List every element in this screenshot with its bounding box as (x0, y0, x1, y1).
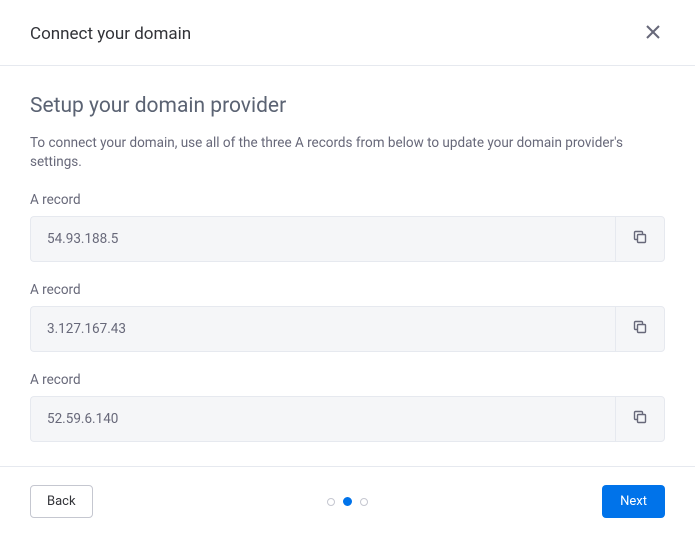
input-row (30, 306, 665, 352)
close-icon (645, 24, 661, 43)
a-record-group-1: A record (30, 192, 665, 262)
next-button[interactable]: Next (602, 485, 665, 518)
copy-icon (632, 229, 648, 248)
dialog-header: Connect your domain (0, 0, 695, 66)
copy-button-3[interactable] (615, 396, 665, 442)
main-heading: Setup your domain provider (30, 94, 665, 118)
a-record-group-2: A record (30, 282, 665, 352)
copy-button-2[interactable] (615, 306, 665, 352)
a-record-label: A record (30, 372, 665, 388)
step-dot-2[interactable] (343, 497, 352, 506)
close-button[interactable] (641, 20, 665, 47)
copy-icon (632, 319, 648, 338)
dialog-footer: Back Next (0, 466, 695, 536)
a-record-label: A record (30, 192, 665, 208)
a-record-input-1[interactable] (30, 216, 615, 262)
back-button[interactable]: Back (30, 485, 93, 518)
description-text: To connect your domain, use all of the t… (30, 134, 665, 172)
input-row (30, 396, 665, 442)
a-record-input-3[interactable] (30, 396, 615, 442)
copy-button-1[interactable] (615, 216, 665, 262)
step-pagination (327, 497, 368, 506)
step-dot-3[interactable] (360, 498, 368, 506)
input-row (30, 216, 665, 262)
copy-icon (632, 409, 648, 428)
a-record-group-3: A record (30, 372, 665, 442)
a-record-label: A record (30, 282, 665, 298)
dialog-title: Connect your domain (30, 24, 191, 44)
step-dot-1[interactable] (327, 498, 335, 506)
dialog-content: Setup your domain provider To connect yo… (0, 66, 695, 482)
a-record-input-2[interactable] (30, 306, 615, 352)
